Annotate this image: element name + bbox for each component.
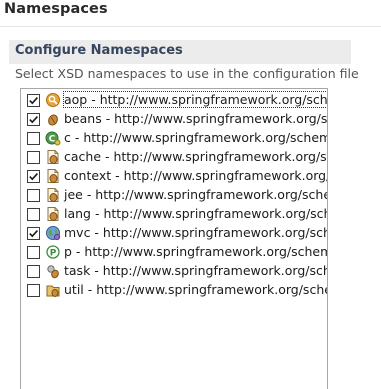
aop-icon <box>45 92 61 108</box>
namespace-row[interactable]: context - http://www.springframework.org… <box>21 167 327 186</box>
namespace-label: util - http://www.springframework.org/sc… <box>64 282 327 297</box>
title-divider <box>0 26 381 27</box>
bean-icon <box>45 111 61 127</box>
namespace-label: beans - http://www.springframework.org/s… <box>64 111 328 126</box>
namespace-checkbox[interactable] <box>27 284 40 297</box>
namespace-checkbox[interactable] <box>27 113 40 126</box>
lang-icon <box>45 206 61 222</box>
namespace-row[interactable]: mvc - http://www.springframework.org/sch… <box>21 224 327 243</box>
context-icon <box>45 168 61 184</box>
section-header: Configure Namespaces <box>9 40 351 64</box>
namespace-row[interactable]: util - http://www.springframework.org/sc… <box>21 281 327 300</box>
namespace-label: lang - http://www.springframework.org/sc… <box>64 206 327 221</box>
p-namespace-icon: P <box>45 244 61 260</box>
cache-icon <box>45 149 61 165</box>
namespace-checkbox[interactable] <box>27 208 40 221</box>
namespace-checkbox[interactable] <box>27 94 40 107</box>
namespace-checkbox[interactable] <box>27 132 40 145</box>
c-namespace-icon: C <box>45 130 61 146</box>
section-description: Select XSD namespaces to use in the conf… <box>15 66 359 81</box>
namespace-checkbox[interactable] <box>27 246 40 259</box>
namespace-label: c - http://www.springframework.org/schem… <box>64 130 328 145</box>
namespace-label: mvc - http://www.springframework.org/sch… <box>64 225 327 240</box>
namespace-row[interactable]: Pp - http://www.springframework.org/sche… <box>21 243 328 262</box>
namespace-row[interactable]: task - http://www.springframework.org/sc… <box>21 262 327 281</box>
namespace-row[interactable]: beans - http://www.springframework.org/s… <box>21 110 328 129</box>
namespace-row[interactable]: Cc - http://www.springframework.org/sche… <box>21 129 328 148</box>
jee-icon <box>45 187 61 203</box>
namespace-checkbox[interactable] <box>27 227 40 240</box>
namespace-list[interactable]: aop - http://www.springframework.org/sch… <box>20 88 328 389</box>
namespace-label: p - http://www.springframework.org/schem… <box>64 244 328 259</box>
mvc-globe-icon <box>45 225 61 241</box>
namespace-label: task - http://www.springframework.org/sc… <box>64 263 327 278</box>
namespace-row[interactable]: cache - http://www.springframework.org/s… <box>21 148 327 167</box>
namespace-label: context - http://www.springframework.org… <box>64 168 327 183</box>
namespace-checkbox[interactable] <box>27 189 40 202</box>
namespace-row[interactable]: aop - http://www.springframework.org/sch… <box>21 91 327 110</box>
namespace-checkbox[interactable] <box>27 170 40 183</box>
namespace-row[interactable]: lang - http://www.springframework.org/sc… <box>21 205 327 224</box>
section-title: Configure Namespaces <box>15 43 183 58</box>
namespace-label: aop - http://www.springframework.org/sch… <box>63 91 327 108</box>
task-icon <box>45 263 61 279</box>
namespace-label: jee - http://www.springframework.org/sch… <box>64 187 328 202</box>
namespace-row[interactable]: jee - http://www.springframework.org/sch… <box>21 186 328 205</box>
page-title: Namespaces <box>4 1 108 17</box>
namespace-checkbox[interactable] <box>27 151 40 164</box>
namespace-checkbox[interactable] <box>27 265 40 278</box>
svg-text:P: P <box>50 249 57 259</box>
util-icon <box>45 282 61 298</box>
namespace-label: cache - http://www.springframework.org/s… <box>64 149 327 164</box>
